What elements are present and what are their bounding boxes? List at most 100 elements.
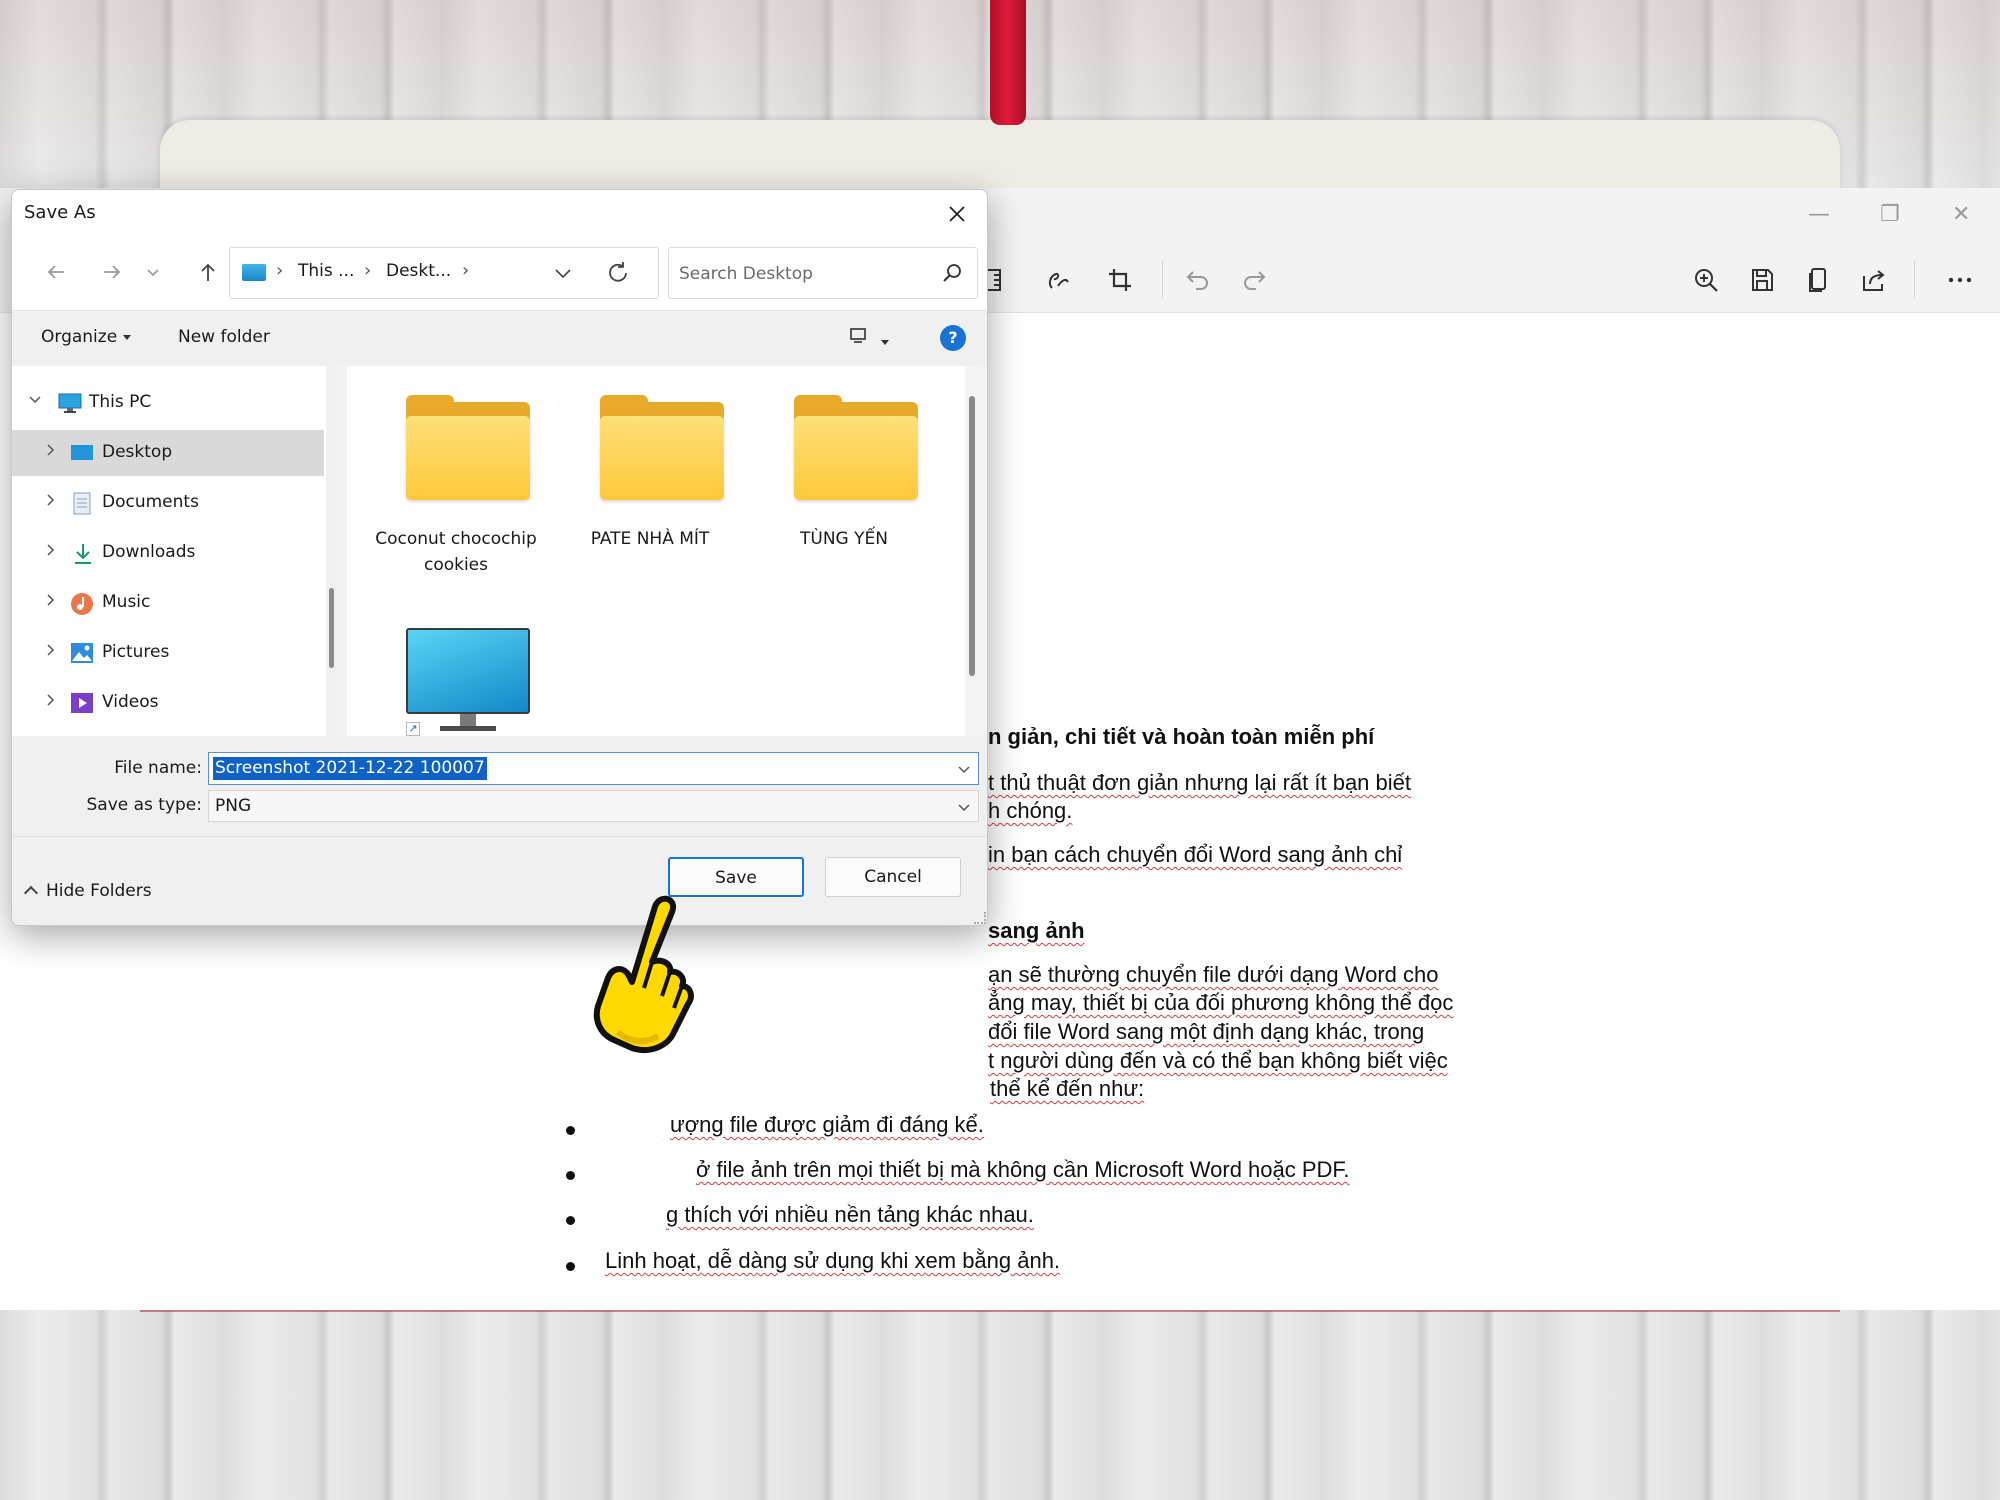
tree-item-downloads[interactable]: Downloads (12, 530, 324, 576)
ribbon-decoration (990, 0, 1026, 125)
up-button[interactable] (190, 254, 226, 290)
doc-paragraph-line: t thủ thuật đơn giản nhưng lại rất ít bạ… (988, 770, 1411, 795)
navigation-scrollbar[interactable] (326, 366, 337, 736)
zoom-in-icon[interactable] (1686, 260, 1726, 300)
navigation-pane: This PC Desktop Documents Downloads Musi… (12, 366, 337, 736)
back-button[interactable] (38, 254, 74, 290)
shortcut-arrow-icon: ↗ (406, 722, 420, 736)
file-list-scrollbar[interactable] (965, 366, 979, 736)
monitor-icon (406, 628, 530, 714)
file-name-dropdown-button[interactable] (956, 761, 972, 781)
chevron-right-icon[interactable] (44, 443, 58, 461)
breadcrumb-separator: › (462, 260, 470, 281)
tree-item-label: Music (102, 592, 151, 612)
doc-paragraph-line: ẳng may, thiết bị của đối phương không t… (988, 990, 1454, 1015)
window-close-button[interactable]: ✕ (1952, 202, 1970, 227)
file-name-input[interactable]: Screenshot 2021-12-22 100007 (208, 752, 979, 785)
chevron-right-icon[interactable] (44, 693, 58, 711)
chevron-down-icon (958, 766, 970, 774)
folder-label: PATE NHÀ MÍT (590, 529, 710, 549)
documents-icon (72, 492, 96, 515)
arrow-right-icon (104, 265, 121, 279)
tree-item-this-pc[interactable]: This PC (12, 380, 324, 426)
hide-folders-label: Hide Folders (46, 881, 152, 901)
breadcrumb-this-pc[interactable]: This ... (298, 261, 354, 281)
tree-item-desktop[interactable]: Desktop (12, 430, 324, 476)
organize-label: Organize (41, 327, 118, 347)
folder-item[interactable]: TÙNG YẾN (759, 395, 929, 552)
videos-icon (70, 692, 94, 714)
address-history-button[interactable] (552, 262, 574, 288)
dialog-titlebar: Save As (12, 190, 987, 238)
new-folder-button[interactable]: New folder (178, 327, 270, 347)
redo-icon[interactable] (1234, 260, 1274, 300)
chevron-right-icon[interactable] (44, 493, 58, 511)
chevron-down-icon (147, 269, 159, 277)
cancel-button[interactable]: Cancel (825, 857, 961, 897)
tree-item-music[interactable]: Music (12, 580, 324, 626)
doc-paragraph-line: t người dùng đến và có thể bạn không biế… (988, 1048, 1448, 1073)
save-type-select[interactable]: PNG (208, 790, 979, 822)
touch-writing-icon[interactable] (1038, 260, 1078, 300)
folder-label: Coconut chocochip cookies (375, 529, 537, 575)
doc-heading-2: sang ảnh (988, 918, 1085, 943)
music-icon (70, 592, 94, 615)
downloads-icon (72, 542, 96, 564)
tree-item-videos[interactable]: Videos (12, 680, 324, 726)
folder-item[interactable]: Coconut chocochip cookies (371, 395, 541, 578)
address-bar[interactable]: › This ... › Deskt... › (229, 247, 659, 299)
search-button[interactable] (941, 262, 963, 288)
bullet-dot (566, 1126, 575, 1135)
folder-icon (406, 395, 530, 500)
share-icon[interactable] (1854, 260, 1894, 300)
chevron-down-icon[interactable] (28, 393, 42, 411)
tree-item-pictures[interactable]: Pictures (12, 630, 324, 676)
folder-label: TÙNG YẾN (800, 529, 888, 549)
resize-grip[interactable] (974, 912, 986, 924)
hide-folders-button[interactable]: Hide Folders (23, 881, 152, 901)
search-input[interactable] (679, 260, 929, 288)
crop-icon[interactable] (1100, 260, 1140, 300)
pictures-icon (70, 642, 94, 664)
help-button[interactable]: ? (940, 325, 966, 351)
undo-icon[interactable] (1178, 260, 1218, 300)
tree-item-label: Downloads (102, 542, 196, 562)
caret-down-icon (123, 334, 132, 340)
doc-bullet-text: ượng file được giảm đi đáng kể. (670, 1112, 984, 1137)
scrollbar-thumb[interactable] (969, 396, 975, 676)
command-bar: Organize New folder ? (12, 310, 987, 366)
recent-locations-button[interactable] (142, 254, 164, 290)
save-icon[interactable] (1742, 260, 1782, 300)
restore-button[interactable]: ❐ (1880, 202, 1900, 227)
copy-icon[interactable] (1798, 260, 1838, 300)
minimize-button[interactable]: — (1808, 202, 1830, 227)
save-type-value: PNG (215, 796, 252, 816)
caret-down-icon (881, 339, 890, 345)
shortcut-item[interactable]: ↗ (406, 628, 530, 736)
dialog-close-button[interactable] (935, 194, 979, 234)
view-options-button[interactable] (848, 325, 890, 352)
chevron-right-icon[interactable] (44, 543, 58, 561)
refresh-button[interactable] (605, 260, 631, 290)
breadcrumb-desktop[interactable]: Deskt... (386, 261, 451, 281)
scrollbar-thumb[interactable] (329, 588, 334, 668)
dialog-title: Save As (24, 202, 96, 223)
folder-item[interactable]: PATE NHÀ MÍT (565, 395, 735, 552)
arrow-up-icon (201, 263, 215, 281)
doc-paragraph-line: thể kể đến như: (990, 1076, 1145, 1101)
forward-button[interactable] (94, 254, 130, 290)
chevron-down-icon (555, 269, 571, 279)
organize-button[interactable]: Organize (41, 327, 132, 347)
more-options-icon[interactable] (1940, 260, 1980, 300)
tree-item-documents[interactable]: Documents (12, 480, 324, 526)
save-button[interactable]: Save (668, 857, 804, 897)
close-icon (949, 206, 965, 222)
file-name-value: Screenshot 2021-12-22 100007 (213, 757, 487, 780)
save-type-dropdown-button[interactable] (956, 799, 972, 819)
computer-icon (242, 264, 266, 281)
desktop-icon (70, 442, 94, 464)
chevron-right-icon[interactable] (44, 593, 58, 611)
chevron-right-icon[interactable] (44, 643, 58, 661)
doc-paragraph-line: h chóng. (988, 798, 1073, 823)
tree-item-label: Documents (102, 492, 199, 512)
